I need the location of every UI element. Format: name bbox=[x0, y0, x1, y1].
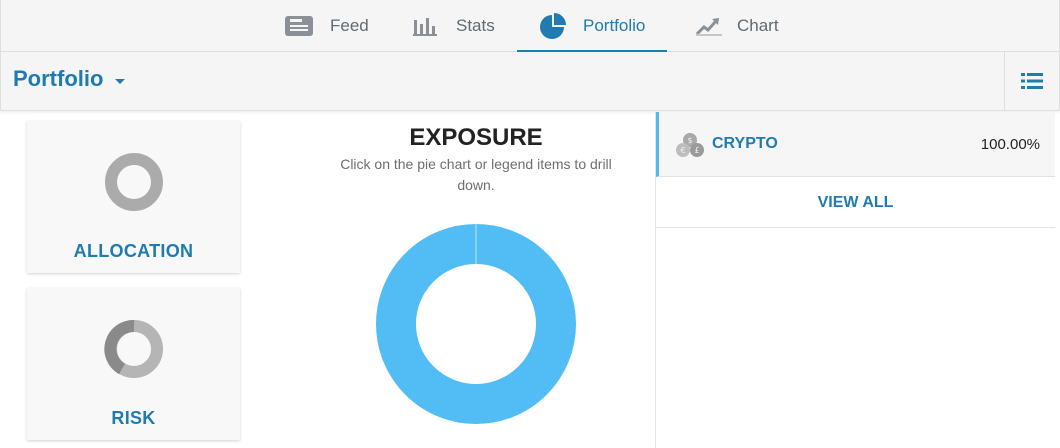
svg-text:£: £ bbox=[694, 146, 699, 155]
allocation-donut-icon bbox=[105, 153, 163, 211]
legend-item-value: 100.00% bbox=[980, 136, 1040, 153]
page-title: Portfolio bbox=[13, 66, 104, 91]
legend-item-name: CRYPTO bbox=[712, 135, 778, 152]
risk-card[interactable]: RISK bbox=[27, 288, 240, 440]
stats-icon bbox=[413, 17, 437, 36]
tab-stats-label: Stats bbox=[456, 15, 495, 35]
risk-label: RISK bbox=[111, 408, 156, 428]
pie-chart-icon bbox=[540, 12, 566, 39]
allocation-label: ALLOCATION bbox=[73, 241, 194, 261]
tab-portfolio[interactable]: Portfolio bbox=[517, 0, 667, 52]
list-icon bbox=[1021, 73, 1043, 89]
view-all-button[interactable]: VIEW ALL bbox=[656, 178, 1055, 228]
tab-feed[interactable]: Feed bbox=[284, 0, 369, 51]
portfolio-dropdown[interactable]: Portfolio bbox=[13, 66, 126, 92]
list-view-button[interactable] bbox=[1004, 52, 1059, 110]
coins-icon: $ € £ bbox=[676, 133, 704, 157]
trend-chart-icon bbox=[696, 17, 722, 36]
svg-text:$: $ bbox=[687, 136, 692, 145]
caret-down-icon bbox=[115, 78, 126, 84]
feed-icon bbox=[285, 15, 313, 36]
risk-donut-icon bbox=[104, 320, 163, 378]
top-nav: Feed Stats Portfolio Chart bbox=[0, 0, 1060, 52]
tab-chart-label: Chart bbox=[737, 15, 779, 35]
allocation-card[interactable]: ALLOCATION bbox=[27, 121, 240, 273]
tab-feed-label: Feed bbox=[330, 15, 369, 35]
exposure-donut-chart[interactable] bbox=[371, 219, 581, 429]
tab-portfolio-label: Portfolio bbox=[583, 15, 646, 35]
tab-chart[interactable]: Chart bbox=[696, 0, 779, 51]
exposure-title: EXPOSURE bbox=[409, 124, 543, 151]
legend-item-crypto[interactable]: $ € £ CRYPTO 100.00% bbox=[656, 112, 1055, 177]
tab-stats[interactable]: Stats bbox=[413, 0, 495, 51]
exposure-subtitle: Click on the pie chart or legend items t… bbox=[340, 156, 612, 193]
donut-slice-crypto[interactable] bbox=[376, 224, 576, 424]
svg-text:€: € bbox=[680, 146, 685, 155]
portfolio-header: Portfolio bbox=[0, 52, 1060, 111]
